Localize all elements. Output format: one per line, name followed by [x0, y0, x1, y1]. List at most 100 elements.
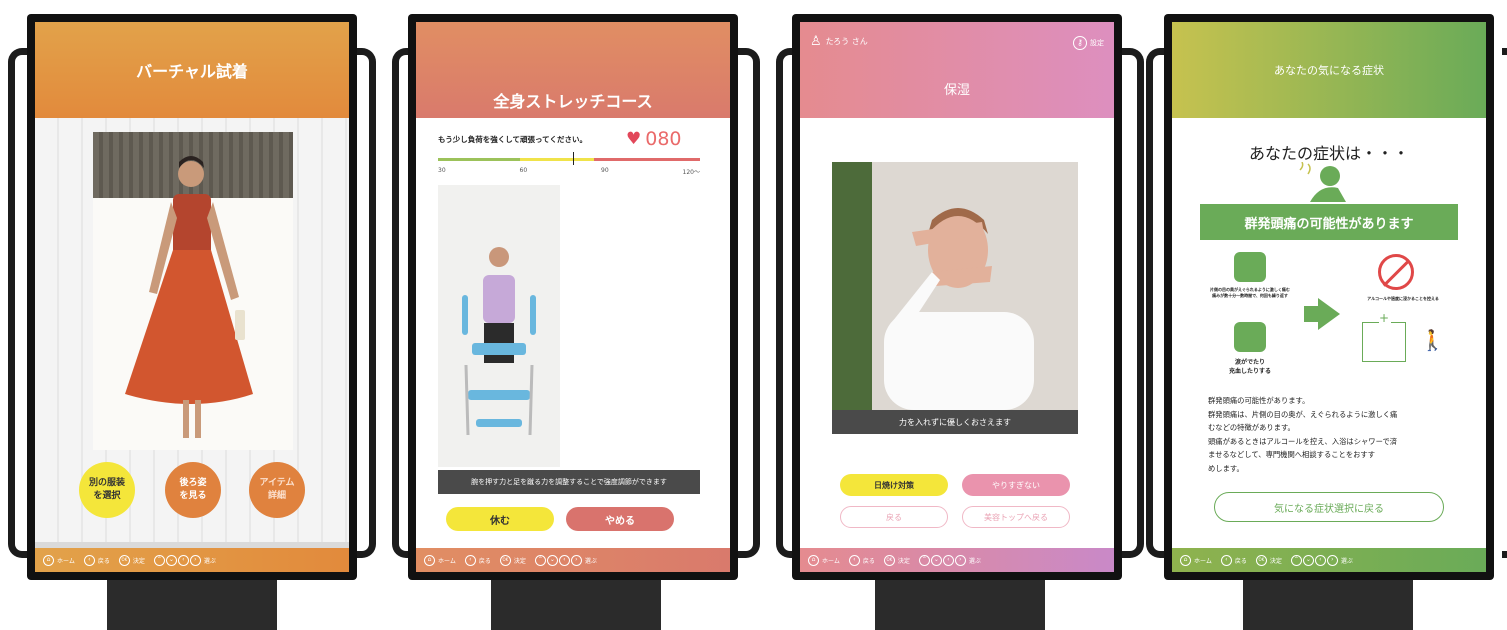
back-to-symptoms-button[interactable]: 気になる症状選択に戻る [1214, 492, 1444, 522]
footer-ok[interactable]: OK 決定 [118, 554, 145, 566]
kiosk-handle-right [738, 48, 760, 558]
back-icon: ‹ [848, 554, 860, 566]
footer-select[interactable]: ⌃ ⌄ ‹ › 選ぶ [918, 554, 981, 566]
footer-back-label: 戻る [97, 557, 110, 565]
footer-back[interactable]: ‹ 戻る [1220, 554, 1247, 566]
settings-button[interactable]: ⚷ 設定 [1073, 36, 1104, 50]
footer-ok[interactable]: OK 決定 [499, 554, 526, 566]
model-figure [125, 156, 253, 438]
footer-select-label: 選ぶ [968, 557, 981, 565]
footer-home[interactable]: ⌂ ホーム [808, 554, 840, 566]
footer-back[interactable]: ‹ 戻る [464, 554, 491, 566]
kiosk-stand [107, 572, 277, 630]
footer-home-label: ホーム [57, 557, 75, 565]
footer-home-label: ホーム [438, 557, 456, 565]
settings-label: 設定 [1090, 39, 1104, 47]
back-view-label: 後ろ姿 を見る [179, 478, 207, 501]
page-title-bar: バーチャル試着 [35, 22, 349, 118]
page-title: バーチャル試着 [136, 62, 248, 81]
back-label: 戻る [886, 512, 902, 522]
footer-nav: ⌂ ホーム ‹ 戻る OK 決定 ⌃ ⌄ ‹ › 選ぶ [416, 548, 730, 572]
rest-button[interactable]: 休む [446, 507, 554, 531]
page-title-bar: あなたの気になる症状 [1172, 22, 1486, 118]
footer-ok-label: 決定 [132, 557, 145, 565]
kiosk-skincare: 保湿 ♙ たろう さん ⚷ 設定 力を入れずに優しくおさえます 日焼け対策 やり… [772, 0, 1148, 630]
select-outfit-button[interactable]: 別の服装 を選択 [79, 462, 135, 518]
footer-nav: ⌂ ホーム ‹ 戻る OK 決定 ⌃ ⌄ ‹ › 選ぶ [1172, 548, 1486, 572]
description-line: 頭痛があるときはアルコールを控え、入浴はシャワーで済 [1208, 436, 1398, 446]
advice-short: アルコールや過度に浸かることを控える [1367, 296, 1439, 301]
footer-home[interactable]: ⌂ ホーム [43, 554, 75, 566]
kiosk-bezel: 全身ストレッチコース もう少し負荷を強くして頑張ってください。 ♥ 080 30… [408, 14, 738, 580]
ok-icon: OK [499, 554, 511, 566]
footer-select[interactable]: ⌃ ⌄ ‹ › 選ぶ [1290, 554, 1353, 566]
ok-icon: OK [1255, 554, 1267, 566]
scale-tick: 60 [519, 167, 528, 174]
home-icon: ⌂ [1180, 554, 1191, 566]
dont-overdo-label: やりすぎない [992, 480, 1040, 490]
footer-ok-label: 決定 [1269, 557, 1282, 565]
kiosk-stand [1243, 572, 1413, 630]
select-outfit-label: 別の服装 を選択 [88, 478, 125, 501]
beauty-top-label: 美容トップへ戻る [984, 512, 1048, 522]
footer-ok[interactable]: OK 決定 [1255, 554, 1282, 566]
ok-icon: OK [883, 554, 895, 566]
footer-home-label: ホーム [1194, 557, 1212, 565]
item-detail-label: アイテム 詳細 [259, 478, 295, 501]
footer-back[interactable]: ‹ 戻る [848, 554, 875, 566]
kiosk-handle-right [354, 48, 376, 558]
footer-select-label: 選ぶ [203, 557, 216, 565]
description-line: 群発頭痛は、片側の目の奥が、えぐられるように激しく痛 [1208, 409, 1398, 419]
screen-try-on: バーチャル試着 別の服装 を選択 後ろ姿 を見る アイテム 詳細 ⌂ ホーム ‹… [35, 22, 349, 572]
heart-icon: ♥ [626, 129, 642, 149]
beauty-top-button[interactable]: 美容トップへ戻る [962, 506, 1070, 528]
trainer-figure [462, 247, 536, 436]
screen-stretch: 全身ストレッチコース もう少し負荷を強くして頑張ってください。 ♥ 080 30… [416, 22, 730, 572]
kiosk-stand [491, 572, 661, 630]
intensity-scale: 30 60 90 120〜 [438, 167, 700, 176]
user-badge: ♙ たろう さん [810, 34, 868, 49]
tutorial-video[interactable] [832, 162, 1078, 410]
footer-nav: ⌂ ホーム ‹ 戻る OK 決定 ⌃ ⌄ ‹ › 選ぶ [35, 548, 349, 572]
quit-button[interactable]: やめる [566, 507, 674, 531]
item-detail-button[interactable]: アイテム 詳細 [249, 462, 305, 518]
footer-nav: ⌂ ホーム ‹ 戻る OK 決定 ⌃ ⌄ ‹ › 選ぶ [800, 548, 1114, 572]
sunscreen-button[interactable]: 日焼け対策 [840, 474, 948, 496]
arrow-keys-icon: ⌃ ⌄ ‹ › [918, 554, 966, 566]
result-heading: あなたの症状は・・・ [1248, 144, 1409, 163]
description-line: むなどの特徴があります。 [1208, 423, 1295, 432]
footer-select[interactable]: ⌃ ⌄ ‹ › 選ぶ [153, 554, 216, 566]
intensity-marker [573, 152, 574, 165]
back-button[interactable]: 戻る [840, 506, 948, 528]
instruction-text: もう少し負荷を強くして頑張ってください。 [438, 135, 587, 144]
tears-icon [1234, 322, 1266, 352]
dont-overdo-button[interactable]: やりすぎない [962, 474, 1070, 496]
scale-tick: 30 [438, 167, 446, 174]
footer-home[interactable]: ⌂ ホーム [424, 554, 456, 566]
footer-back-label: 戻る [478, 557, 491, 565]
footer-back-label: 戻る [1234, 557, 1247, 565]
rest-label: 休む [490, 515, 510, 527]
symptom-description: 群発頭痛の可能性があります。 群発頭痛は、片側の目の奥が、えぐられるように激しく… [1208, 394, 1458, 475]
footer-home-label: ホーム [822, 557, 840, 565]
kiosk-try-on: バーチャル試着 別の服装 を選択 後ろ姿 を見る アイテム 詳細 ⌂ ホーム ‹… [4, 0, 380, 630]
sunscreen-label: 日焼け対策 [874, 480, 914, 490]
back-view-button[interactable]: 後ろ姿 を見る [165, 462, 221, 518]
footer-ok[interactable]: OK 決定 [883, 554, 910, 566]
page-title: あなたの気になる症状 [1274, 64, 1384, 77]
tryon-photo [93, 132, 293, 450]
footer-back[interactable]: ‹ 戻る [83, 554, 110, 566]
video-caption: 腕を押す力と足を蹴る力を調整することで強度調節ができます [438, 470, 700, 494]
screen-symptoms: あなたの気になる症状 あなたの症状は・・・ 群発頭痛の可能性があります 片側の目… [1172, 22, 1486, 572]
footer-home[interactable]: ⌂ ホーム [1180, 554, 1212, 566]
kiosk-bezel: 保湿 ♙ たろう さん ⚷ 設定 力を入れずに優しくおさえます 日焼け対策 やり… [792, 14, 1122, 580]
description-line: 群発頭痛の可能性があります。 [1208, 396, 1310, 405]
home-icon: ⌂ [808, 554, 819, 566]
footer-select[interactable]: ⌃ ⌄ ‹ › 選ぶ [534, 554, 597, 566]
kiosk-bezel: バーチャル試着 別の服装 を選択 後ろ姿 を見る アイテム 詳細 ⌂ ホーム ‹… [27, 14, 357, 580]
arrow-right-icon [1318, 298, 1340, 330]
symptom-tears: 涙がでたり 充血したりする [1228, 359, 1271, 375]
plant-backdrop [832, 162, 872, 410]
exercise-video[interactable] [438, 185, 560, 467]
video-caption: 力を入れずに優しくおさえます [832, 410, 1078, 434]
